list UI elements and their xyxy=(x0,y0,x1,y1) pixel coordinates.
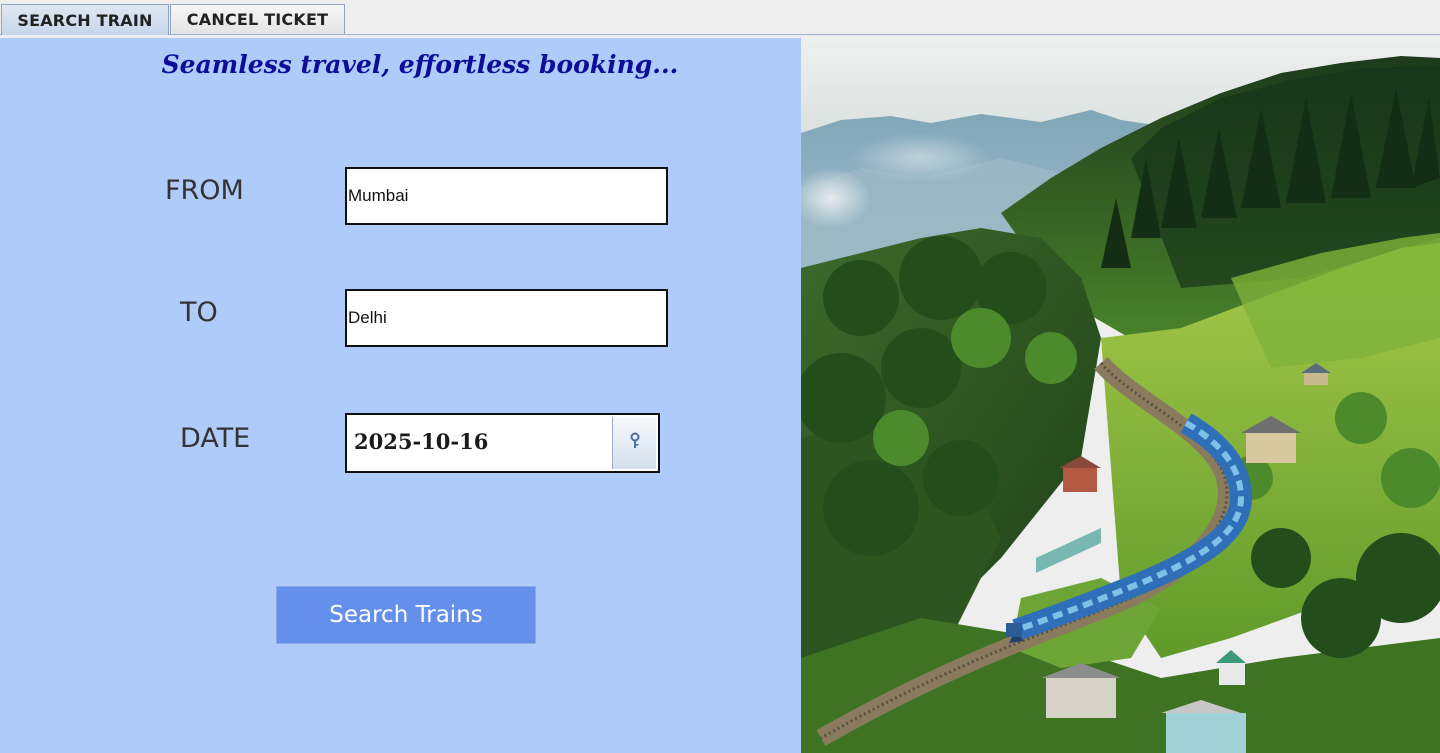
search-train-panel: Seamless travel, effortless booking... F… xyxy=(0,38,801,753)
to-label: TO xyxy=(180,297,218,328)
tab-bar: SEARCH TRAIN CANCEL TICKET xyxy=(0,0,1440,35)
tagline: Seamless travel, effortless booking... xyxy=(161,50,679,79)
from-input[interactable] xyxy=(345,167,668,225)
date-value[interactable]: 2025-10-16 xyxy=(354,429,488,454)
from-label: FROM xyxy=(165,175,244,206)
date-label: DATE xyxy=(180,423,251,454)
search-trains-button[interactable]: Search Trains xyxy=(276,586,536,644)
tab-cancel-ticket[interactable]: CANCEL TICKET xyxy=(170,4,345,34)
tab-search-train[interactable]: SEARCH TRAIN xyxy=(1,4,169,35)
date-picker-button[interactable] xyxy=(612,417,656,469)
to-input[interactable] xyxy=(345,289,668,347)
date-picker[interactable]: 2025-10-16 xyxy=(345,413,660,473)
scenic-train-photo xyxy=(801,38,1440,753)
calendar-key-icon xyxy=(628,432,642,454)
